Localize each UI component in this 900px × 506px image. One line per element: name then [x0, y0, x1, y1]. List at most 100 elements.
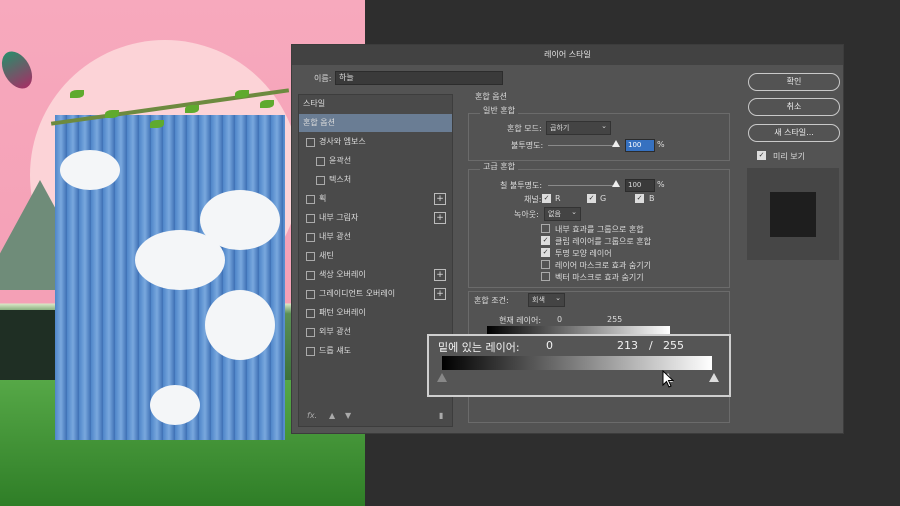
blend-mode-label: 혼합 모드: — [507, 124, 542, 133]
leaf — [260, 100, 274, 108]
underlying-layer-gradient[interactable] — [442, 356, 712, 370]
black-point-slider-thumb[interactable] — [437, 373, 447, 382]
add-icon[interactable]: + — [434, 193, 446, 205]
style-item-gradient-overlay[interactable]: 그레이디언트 오버레이 + — [299, 285, 452, 303]
current-layer-label: 현재 레이어: — [499, 316, 542, 325]
underlying-layer-callout: 밑에 있는 레이어: 0 213 / 255 — [427, 334, 731, 397]
option-label: 벡터 마스크로 효과 숨기기 — [555, 273, 644, 282]
current-layer-gradient[interactable] — [487, 326, 670, 334]
style-item-color-overlay[interactable]: 색상 오버레이 + — [299, 266, 452, 284]
style-item-contour[interactable]: 윤곽선 — [299, 152, 452, 170]
underlying-high-value: 255 — [663, 339, 684, 352]
checkbox[interactable] — [306, 271, 315, 280]
channel-b-label: B — [649, 194, 655, 203]
channel-g-checkbox[interactable]: ✓ — [587, 194, 596, 203]
channel-r-label: R — [555, 194, 561, 203]
opacity-slider[interactable] — [548, 145, 618, 146]
style-item-inner-glow[interactable]: 내부 광선 — [299, 228, 452, 246]
move-down-icon[interactable]: ▼ — [345, 411, 351, 420]
checkbox[interactable] — [306, 138, 315, 147]
channel-r-checkbox[interactable]: ✓ — [542, 194, 551, 203]
add-icon[interactable]: + — [434, 212, 446, 224]
fill-opacity-label: 칠 불투명도: — [500, 181, 543, 190]
knockout-label: 녹아웃: — [514, 210, 539, 219]
ok-button[interactable]: 확인 — [748, 73, 840, 91]
checkbox[interactable] — [306, 290, 315, 299]
checkbox[interactable] — [306, 252, 315, 261]
style-item-blending-options[interactable]: 혼합 옵션 — [299, 114, 452, 132]
style-item-texture[interactable]: 텍스처 — [299, 171, 452, 189]
option-label: 레이어 마스크로 효과 숨기기 — [555, 261, 651, 270]
opacity-label: 불투명도: — [511, 141, 544, 150]
checkbox[interactable] — [306, 214, 315, 223]
option-label: 클립 레이어를 그룹으로 혼합 — [555, 237, 651, 246]
checkbox[interactable] — [306, 328, 315, 337]
trash-icon[interactable]: ▮ — [439, 411, 443, 420]
underlying-separator: / — [649, 339, 653, 352]
preview-swatch — [770, 192, 816, 237]
cancel-button[interactable]: 취소 — [748, 98, 840, 116]
white-point-slider-thumb[interactable] — [709, 373, 719, 382]
new-style-button[interactable]: 새 스타일... — [748, 124, 840, 142]
option-checkbox[interactable] — [541, 272, 550, 281]
option-checkbox[interactable]: ✓ — [541, 248, 550, 257]
cloud — [150, 385, 200, 425]
general-blending-title: 일반 혼합 — [480, 105, 518, 116]
styles-header[interactable]: 스타일 — [299, 95, 452, 113]
checkbox[interactable] — [316, 157, 325, 166]
mouse-cursor-icon — [662, 370, 674, 388]
blend-mode-select[interactable]: 곱하기 — [546, 120, 611, 135]
blending-options-title: 혼합 옵션 — [475, 92, 507, 101]
move-up-icon[interactable]: ▲ — [329, 411, 335, 420]
checkbox[interactable] — [316, 176, 325, 185]
opacity-slider-thumb[interactable] — [612, 140, 620, 147]
fill-opacity-slider[interactable] — [548, 185, 618, 186]
leaf — [235, 90, 249, 98]
blend-if-label: 혼합 조건: — [474, 296, 509, 305]
cloud — [205, 290, 275, 360]
current-layer-low: 0 — [557, 315, 563, 324]
option-checkbox[interactable] — [541, 260, 550, 269]
leaf — [105, 110, 119, 118]
style-item-inner-shadow[interactable]: 내부 그림자 + — [299, 209, 452, 227]
underlying-mid-value: 213 — [617, 339, 638, 352]
name-label: 이름: — [314, 74, 332, 83]
checkbox[interactable] — [306, 309, 315, 318]
fill-opacity-input[interactable]: 100 — [625, 179, 655, 192]
option-checkbox[interactable]: ✓ — [541, 236, 550, 245]
current-layer-high: 255 — [607, 315, 623, 324]
fill-opacity-slider-thumb[interactable] — [612, 180, 620, 187]
leaf — [70, 90, 84, 98]
fx-icon[interactable]: fx. — [307, 411, 317, 420]
style-item-pattern-overlay[interactable]: 패턴 오버레이 — [299, 304, 452, 322]
underlying-low-value: 0 — [546, 339, 553, 352]
channel-g-label: G — [600, 194, 607, 203]
option-checkbox[interactable] — [541, 224, 550, 233]
checkbox[interactable] — [306, 195, 315, 204]
cloud — [60, 150, 120, 190]
style-preview-thumbnail — [747, 168, 839, 260]
advanced-blending-title: 고급 혼합 — [480, 161, 518, 172]
option-label: 내부 효과를 그룹으로 혼합 — [555, 225, 644, 234]
style-item-bevel-emboss[interactable]: 경사와 엠보스 — [299, 133, 452, 151]
preview-label: 미리 보기 — [773, 152, 805, 161]
leaf — [185, 105, 199, 113]
cloud — [135, 230, 225, 290]
checkbox[interactable] — [306, 347, 315, 356]
opacity-unit: % — [657, 140, 665, 149]
opacity-input[interactable]: 100 — [625, 139, 655, 152]
style-item-satin[interactable]: 새틴 — [299, 247, 452, 265]
add-icon[interactable]: + — [434, 269, 446, 281]
preview-checkbox[interactable]: ✓ — [757, 151, 766, 160]
blend-if-select[interactable]: 회색 — [528, 292, 565, 307]
channel-b-checkbox[interactable]: ✓ — [635, 194, 644, 203]
style-item-stroke[interactable]: 획 + — [299, 190, 452, 208]
name-input[interactable]: 하늘 — [335, 71, 503, 85]
leaf — [150, 120, 164, 128]
hummingbird — [0, 46, 39, 94]
add-icon[interactable]: + — [434, 288, 446, 300]
fill-opacity-unit: % — [657, 180, 665, 189]
channels-label: 채널: — [524, 195, 542, 204]
knockout-select[interactable]: 없음 — [544, 206, 581, 221]
checkbox[interactable] — [306, 233, 315, 242]
